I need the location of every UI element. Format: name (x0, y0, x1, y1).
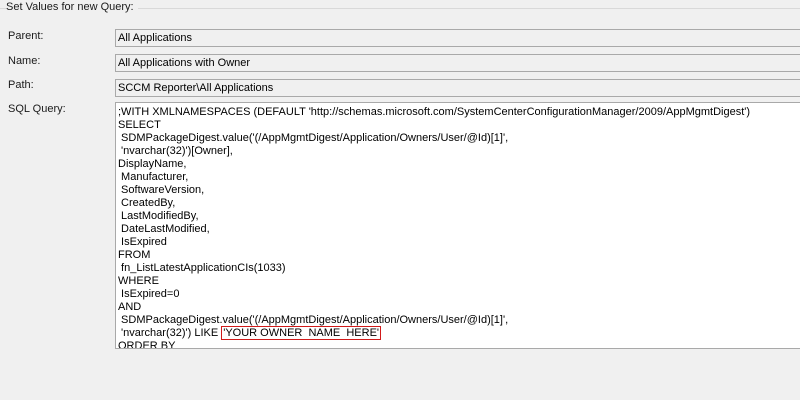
sql-query-textarea[interactable]: ;WITH XMLNAMESPACES (DEFAULT 'http://sch… (115, 102, 800, 349)
sql-line-text: 'nvarchar(32)') LIKE (118, 327, 222, 339)
sql-line: IsExpired=0 (118, 288, 179, 301)
sql-line: 'nvarchar(32)')[Owner], (118, 145, 233, 158)
sql-line-text: FROM (118, 249, 151, 261)
sql-line-text: Manufacturer, (118, 171, 189, 183)
sql-line: IsExpired (118, 236, 167, 249)
sql-line: SDMPackageDigest.value('(/AppMgmtDigest/… (118, 132, 508, 145)
sql-line-text: SDMPackageDigest.value('(/AppMgmtDigest/… (118, 132, 509, 144)
group-title: Set Values for new Query: (6, 1, 138, 13)
sql-query-label: SQL Query: (8, 103, 66, 115)
sql-line-text: CreatedBy, (118, 197, 176, 209)
sql-line-text: SELECT (118, 119, 161, 131)
owner-name-placeholder: 'YOUR OWNER NAME HERE' (221, 326, 382, 340)
sql-line-text: ;WITH XMLNAMESPACES (DEFAULT 'http://sch… (118, 106, 751, 118)
sql-line: ORDER BY (118, 340, 176, 349)
sql-line-text: AND (118, 301, 142, 313)
sql-line-text: fn_ListLatestApplicationCIs(1033) (118, 262, 286, 274)
sql-line-text: ORDER BY (118, 340, 176, 349)
sql-line-text: DisplayName, (118, 158, 187, 170)
sql-line-text: IsExpired=0 (118, 288, 180, 300)
sql-line: SELECT (118, 119, 161, 132)
name-field[interactable]: All Applications with Owner (115, 54, 800, 72)
sql-line-text: LastModifiedBy, (118, 210, 199, 222)
sql-line: LastModifiedBy, (118, 210, 199, 223)
sql-line: DisplayName, (118, 158, 186, 171)
sql-line-text: DateLastModified, (118, 223, 210, 235)
path-field[interactable]: SCCM Reporter\All Applications (115, 79, 800, 97)
sql-line: WHERE (118, 275, 159, 288)
sql-line: Manufacturer, (118, 171, 188, 184)
path-label: Path: (8, 79, 34, 91)
sql-line-text: WHERE (118, 275, 159, 287)
sql-line-text: 'nvarchar(32)')[Owner], (118, 145, 233, 157)
sql-line-text: IsExpired (118, 236, 167, 248)
sql-line: fn_ListLatestApplicationCIs(1033) (118, 262, 286, 275)
sql-line-text: SDMPackageDigest.value('(/AppMgmtDigest/… (118, 314, 509, 326)
sql-line: AND (118, 301, 141, 314)
sql-line: CreatedBy, (118, 197, 175, 210)
sql-line: DateLastModified, (118, 223, 210, 236)
sql-line: FROM (118, 249, 150, 262)
name-label: Name: (8, 55, 41, 67)
sql-line: 'nvarchar(32)') LIKE 'YOUR OWNER NAME HE… (118, 326, 382, 340)
parent-label: Parent: (8, 30, 44, 42)
sql-line-text: SoftwareVersion, (118, 184, 205, 196)
parent-field[interactable]: All Applications (115, 29, 800, 47)
sql-line: ;WITH XMLNAMESPACES (DEFAULT 'http://sch… (118, 106, 750, 119)
sql-line: SoftwareVersion, (118, 184, 204, 197)
